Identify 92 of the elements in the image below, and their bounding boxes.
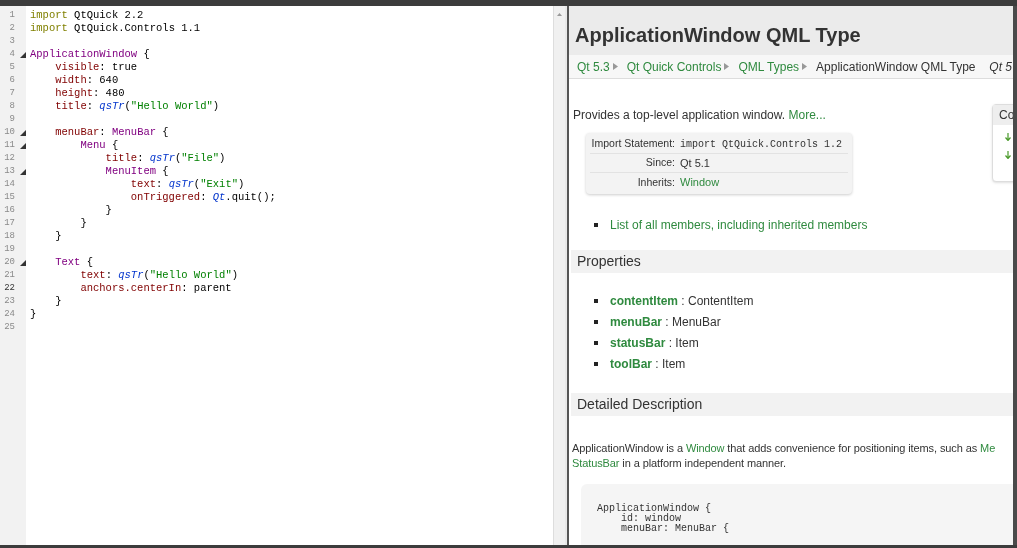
more-link[interactable]: More... <box>788 108 826 122</box>
line-number: 21 <box>3 269 15 282</box>
description-text: ApplicationWindow is a <box>572 442 684 454</box>
breadcrumb-arrow-icon <box>724 63 730 70</box>
line-number: 15 <box>3 191 15 204</box>
bullet-icon <box>594 340 598 345</box>
line-number: 20 <box>3 256 15 269</box>
line-number: 23 <box>3 295 15 308</box>
description-link[interactable]: StatusBar <box>572 457 620 469</box>
code-line: import QtQuick 2.2 <box>30 9 144 22</box>
property-entry: contentItem : ContentItem <box>610 292 754 310</box>
example-code-line: menuBar: MenuBar { <box>620 524 731 534</box>
code-line: Text { <box>54 256 94 269</box>
line-number: 1 <box>8 9 15 22</box>
example-code-line: id: window <box>621 514 681 524</box>
property-entry: toolBar : Item <box>610 355 686 373</box>
description-link[interactable]: Me <box>980 442 996 454</box>
info-label: Import Statement: <box>590 136 676 152</box>
line-number: 6 <box>8 74 15 87</box>
breadcrumb-link[interactable]: QML Types <box>738 57 800 76</box>
page-title: ApplicationWindow QML Type <box>575 22 861 48</box>
bullet-icon <box>594 298 598 303</box>
property-entry: menuBar : MenuBar <box>610 313 721 331</box>
code-line: height: 480 <box>54 87 125 100</box>
line-number: 12 <box>3 152 15 165</box>
line-number: 11 <box>3 139 15 152</box>
code-line: visible: true <box>54 61 138 74</box>
fold-marker-icon[interactable] <box>20 142 26 149</box>
code-line: text: qsTr("Hello World") <box>79 269 238 282</box>
info-label: Since: <box>644 155 676 171</box>
line-number: 10 <box>3 126 15 139</box>
line-number: 4 <box>8 48 15 61</box>
line-number: 9 <box>8 113 15 126</box>
code-line: text: qsTr("Exit") <box>129 178 245 191</box>
code-line: } <box>104 204 112 217</box>
code-line: ApplicationWindow { <box>30 48 150 61</box>
scrollbar[interactable] <box>553 6 565 545</box>
down-arrow-icon[interactable] <box>1005 151 1011 159</box>
line-number: 8 <box>8 100 15 113</box>
breadcrumb-link[interactable]: Qt 5.3 <box>577 57 610 76</box>
info-link[interactable]: Window <box>680 174 720 191</box>
line-number: 18 <box>3 230 15 243</box>
line-number: 2 <box>8 22 15 35</box>
bullet-icon <box>594 319 598 324</box>
code-line: } <box>54 230 62 243</box>
description-text: that adds convenience for positioning items, such as <box>726 442 979 454</box>
description-text: in a platform independent manner. <box>621 457 786 469</box>
property-entry: statusBar : Item <box>610 334 699 352</box>
version-label: Qt 5 <box>989 58 1013 76</box>
code-line: onTriggered: Qt.quit(); <box>129 191 276 204</box>
line-number: 17 <box>3 217 15 230</box>
fold-marker-icon[interactable] <box>20 51 26 58</box>
example-code-line: ApplicationWindow { <box>597 504 713 514</box>
bullet-icon <box>594 223 598 227</box>
code-line: width: 640 <box>54 74 119 87</box>
breadcrumb-link[interactable]: Qt Quick Controls <box>626 57 722 76</box>
members-link[interactable]: List of all members, including inherited members <box>610 216 868 234</box>
code-line: title: qsTr("Hello World") <box>54 100 220 113</box>
section-title: Properties <box>577 252 641 271</box>
line-number: 14 <box>3 178 15 191</box>
code-line: MenuItem { <box>104 165 169 178</box>
info-label: Inherits: <box>636 174 676 190</box>
line-number: 5 <box>8 61 15 74</box>
info-value: import QtQuick.Controls 1.2 <box>680 137 843 152</box>
code-line: } <box>30 308 37 321</box>
down-arrow-icon[interactable] <box>1005 133 1011 141</box>
code-line: title: qsTr("File") <box>104 152 226 165</box>
code-line: } <box>79 217 87 230</box>
code-line: menuBar: MenuBar { <box>54 126 169 139</box>
code-line: Menu { <box>79 139 119 152</box>
line-number: 13 <box>3 165 15 178</box>
line-number: 7 <box>8 87 15 100</box>
section-title: Detailed Description <box>577 395 703 414</box>
line-number: 22 <box>3 282 15 295</box>
line-number: 3 <box>8 35 15 48</box>
line-number: 25 <box>3 321 15 334</box>
bullet-icon <box>594 361 598 366</box>
line-number: 19 <box>3 243 15 256</box>
fold-marker-icon[interactable] <box>20 129 26 136</box>
line-number: 16 <box>3 204 15 217</box>
fold-marker-icon[interactable] <box>20 259 26 266</box>
description-link[interactable]: Window <box>685 442 725 454</box>
info-value: Qt 5.1 <box>680 155 710 171</box>
code-line: } <box>54 295 62 308</box>
breadcrumb-current: ApplicationWindow QML Type <box>816 58 976 76</box>
breadcrumb-arrow-icon <box>612 63 618 70</box>
toc-title: Co <box>999 107 1013 124</box>
breadcrumb-arrow-icon <box>802 63 808 70</box>
code-line: import QtQuick.Controls 1.1 <box>30 22 201 35</box>
code-line: anchors.centerIn: parent <box>79 282 232 295</box>
line-number: 24 <box>3 308 15 321</box>
fold-marker-icon[interactable] <box>20 168 26 175</box>
